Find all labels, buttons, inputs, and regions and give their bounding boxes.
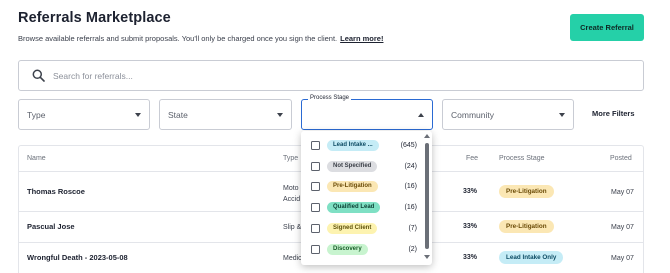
option-chip: Signed Client xyxy=(327,222,378,234)
option-count: (16) xyxy=(404,203,417,211)
option-checkbox[interactable] xyxy=(311,140,320,150)
more-filters-link[interactable]: More Filters xyxy=(592,109,635,118)
option-checkbox[interactable] xyxy=(311,181,320,191)
chevron-down-icon xyxy=(559,112,565,117)
referral-fee: 33% xyxy=(463,188,478,195)
process-stage-dropdown: Lead Intake ... (645) Not Specified (24)… xyxy=(301,131,432,265)
option-chip: Lead Intake ... xyxy=(327,139,379,151)
subtitle-text: Browse available referrals and submit pr… xyxy=(18,34,338,43)
search-icon xyxy=(27,65,49,87)
dropdown-option-qualified-lead[interactable]: Qualified Lead (16) xyxy=(301,197,423,217)
option-chip: Discovery xyxy=(327,243,368,255)
option-count: (24) xyxy=(404,162,417,170)
referral-posted: May 07 xyxy=(611,255,634,262)
column-header-fee[interactable]: Fee xyxy=(466,155,478,162)
option-checkbox[interactable] xyxy=(311,202,320,212)
option-count: (645) xyxy=(400,141,417,149)
status-badge: Pre-Litigation xyxy=(499,220,554,233)
chevron-down-icon xyxy=(135,112,141,117)
referral-name[interactable]: Wrongful Death - 2023-05-08 xyxy=(27,253,128,262)
page-title: Referrals Marketplace xyxy=(18,10,171,26)
status-badge: Lead Intake Only xyxy=(499,251,564,264)
status-badge: Pre-Litigation xyxy=(499,185,554,198)
process-stage-select[interactable]: Process Stage xyxy=(301,95,433,130)
process-stage-floating-label: Process Stage xyxy=(308,95,352,101)
learn-more-link[interactable]: Learn more! xyxy=(340,34,383,43)
referral-type: Slip & xyxy=(283,224,302,231)
dropdown-option-lead-intake[interactable]: Lead Intake ... (645) xyxy=(301,135,423,155)
dropdown-scrollbar[interactable] xyxy=(425,143,429,249)
chevron-down-icon xyxy=(277,112,283,117)
dropdown-option-signed-client[interactable]: Signed Client (7) xyxy=(301,218,423,238)
scroll-down-arrow-icon[interactable] xyxy=(424,255,430,259)
dropdown-option-discovery[interactable]: Discovery (2) xyxy=(301,239,423,259)
search-input[interactable]: Search for referrals... xyxy=(53,71,133,81)
option-chip: Pre-Litigation xyxy=(327,180,378,192)
option-chip: Not Specified xyxy=(327,160,378,172)
option-count: (7) xyxy=(408,224,417,232)
option-chip: Qualified Lead xyxy=(327,201,381,213)
community-select[interactable]: Community xyxy=(442,99,574,130)
referral-posted: May 07 xyxy=(611,189,634,196)
referral-type: Medic xyxy=(283,255,302,262)
type-select-label: Type xyxy=(27,109,46,120)
referral-name[interactable]: Pascual Jose xyxy=(27,222,75,231)
dropdown-option-not-specified[interactable]: Not Specified (24) xyxy=(301,156,423,176)
search-bar[interactable]: Search for referrals... xyxy=(18,60,644,91)
referral-type: Moto Accid xyxy=(283,185,301,203)
option-checkbox[interactable] xyxy=(311,161,320,171)
page-subtitle: Browse available referrals and submit pr… xyxy=(18,34,383,43)
referral-name[interactable]: Thomas Roscoe xyxy=(27,187,85,196)
column-header-name[interactable]: Name xyxy=(27,155,46,162)
chevron-up-icon xyxy=(418,112,424,117)
referral-fee: 33% xyxy=(463,254,478,261)
column-header-type[interactable]: Type xyxy=(283,155,298,162)
scroll-up-arrow-icon[interactable] xyxy=(424,134,430,138)
type-select[interactable]: Type xyxy=(18,99,150,130)
option-checkbox[interactable] xyxy=(311,244,320,254)
referral-posted: May 07 xyxy=(611,224,634,231)
column-header-stage[interactable]: Process Stage xyxy=(499,155,545,162)
state-select-label: State xyxy=(168,109,188,120)
option-count: (16) xyxy=(404,182,417,190)
create-referral-button[interactable]: Create Referral xyxy=(570,14,644,41)
referral-fee: 33% xyxy=(463,223,478,230)
option-count: (2) xyxy=(408,245,417,253)
option-checkbox[interactable] xyxy=(311,223,320,233)
dropdown-option-pre-litigation[interactable]: Pre-Litigation (16) xyxy=(301,176,423,196)
column-header-posted[interactable]: Posted xyxy=(610,155,632,162)
community-select-label: Community xyxy=(451,109,494,120)
state-select[interactable]: State xyxy=(159,99,292,130)
